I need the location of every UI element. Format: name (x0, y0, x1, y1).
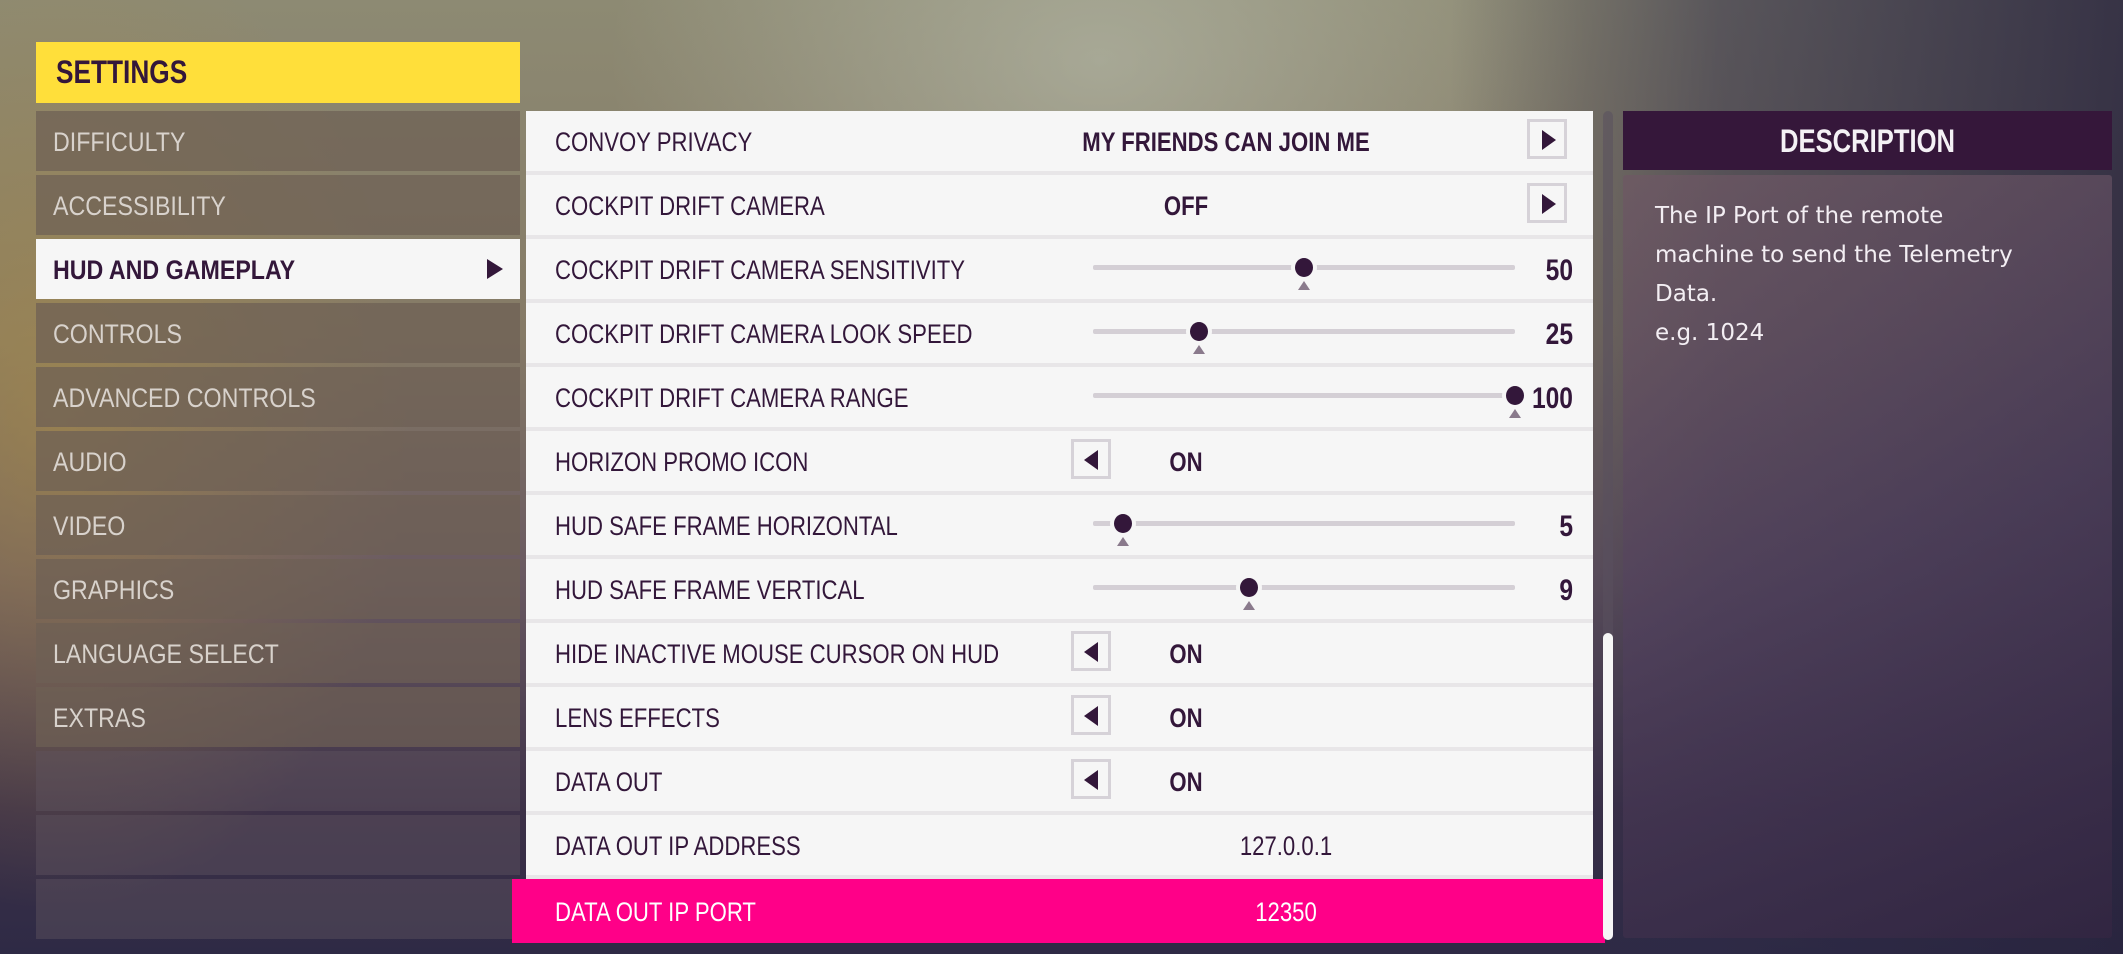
slider-knob[interactable] (1240, 578, 1259, 597)
setting-row-data-out-ip-address[interactable]: DATA OUT IP ADDRESS 127.0.0.1 (526, 815, 1593, 879)
setting-label: COCKPIT DRIFT CAMERA RANGE (555, 383, 909, 413)
setting-label: HUD SAFE FRAME HORIZONTAL (555, 511, 898, 541)
page-title: SETTINGS (56, 54, 188, 90)
sidebar-item-label: VIDEO (53, 511, 126, 541)
setting-row-hide-inactive-mouse-cursor-on-hud[interactable]: HIDE INACTIVE MOUSE CURSOR ON HUD ON (526, 623, 1593, 687)
sidebar-item-controls[interactable]: CONTROLS (36, 303, 520, 363)
setting-row-lens-effects[interactable]: LENS EFFECTS ON (526, 687, 1593, 751)
setting-label: LENS EFFECTS (555, 703, 720, 733)
next-option-button[interactable] (1527, 119, 1567, 159)
slider-value: 100 (1531, 382, 1573, 415)
sidebar-item-label: GRAPHICS (53, 575, 175, 605)
sidebar-item-extras[interactable]: EXTRAS (36, 687, 520, 747)
slider-pointer-icon (1192, 345, 1205, 354)
setting-row-horizon-promo-icon[interactable]: HORIZON PROMO ICON ON (526, 431, 1593, 495)
sidebar-item-label: ADVANCED CONTROLS (53, 383, 316, 413)
setting-label: HORIZON PROMO ICON (555, 447, 809, 477)
setting-row-data-out-ip-port[interactable]: DATA OUT IP PORT 12350 (512, 879, 1605, 943)
setting-slider[interactable] (1093, 495, 1515, 555)
slider-track (1093, 585, 1515, 590)
slider-knob[interactable] (1295, 258, 1313, 277)
setting-value: MY FRIENDS CAN JOIN ME (1082, 127, 1370, 157)
scrollbar-thumb[interactable] (1603, 633, 1613, 940)
sidebar-item-hud-and-gameplay[interactable]: HUD AND GAMEPLAY (36, 239, 520, 299)
settings-list: CONVOY PRIVACY MY FRIENDS CAN JOIN ME COCK… (512, 111, 1605, 943)
slider-value: 5 (1559, 510, 1573, 543)
setting-label: COCKPIT DRIFT CAMERA SENSITIVITY (555, 255, 966, 285)
setting-label: COCKPIT DRIFT CAMERA (555, 191, 825, 221)
setting-label: DATA OUT IP ADDRESS (555, 831, 801, 861)
description-title: DESCRIPTION (1780, 123, 1955, 159)
setting-label: CONVOY PRIVACY (555, 127, 753, 157)
slider-track (1093, 393, 1515, 398)
setting-row-cockpit-drift-camera-look-speed[interactable]: COCKPIT DRIFT CAMERA LOOK SPEED 25 (526, 303, 1593, 367)
slider-knob[interactable] (1113, 514, 1132, 533)
setting-label: DATA OUT IP PORT (555, 897, 756, 927)
arrow-right-icon (1542, 194, 1556, 214)
sidebar-item-accessibility[interactable]: ACCESSIBILITY (36, 175, 520, 235)
setting-value: ON (1169, 767, 1203, 797)
sidebar-item-label: LANGUAGE SELECT (53, 639, 279, 669)
slider-pointer-icon (1116, 537, 1129, 546)
settings-header: SETTINGS (36, 42, 520, 103)
description-header: DESCRIPTION (1623, 111, 2112, 170)
sidebar-item-language-select[interactable]: LANGUAGE SELECT (36, 623, 520, 683)
setting-row-hud-safe-frame-horizontal[interactable]: HUD SAFE FRAME HORIZONTAL 5 (526, 495, 1593, 559)
sidebar-empty-slot (36, 815, 520, 875)
sidebar-empty-slot (36, 879, 520, 939)
setting-row-convoy-privacy[interactable]: CONVOY PRIVACY MY FRIENDS CAN JOIN ME (526, 111, 1593, 175)
scrollbar[interactable] (1603, 111, 1613, 940)
slider-value: 25 (1545, 318, 1573, 351)
sidebar-item-label: HUD AND GAMEPLAY (53, 255, 296, 285)
setting-value: ON (1169, 447, 1203, 477)
sidebar-empty-slot (36, 751, 520, 811)
slider-value: 9 (1559, 574, 1573, 607)
sidebar-item-difficulty[interactable]: DIFFICULTY (36, 111, 520, 171)
setting-row-hud-safe-frame-vertical[interactable]: HUD SAFE FRAME VERTICAL 9 (526, 559, 1593, 623)
slider-pointer-icon (1243, 601, 1256, 610)
arrow-right-icon (1542, 130, 1556, 150)
setting-slider[interactable] (1093, 559, 1515, 619)
sidebar-item-advanced-controls[interactable]: ADVANCED CONTROLS (36, 367, 520, 427)
setting-row-cockpit-drift-camera[interactable]: COCKPIT DRIFT CAMERA OFF (526, 175, 1593, 239)
description-text: The IP Port of the remote machine to sen… (1655, 203, 2013, 346)
sidebar-item-graphics[interactable]: GRAPHICS (36, 559, 520, 619)
slider-knob[interactable] (1189, 322, 1208, 341)
setting-row-cockpit-drift-camera-sensitivity[interactable]: COCKPIT DRIFT CAMERA SENSITIVITY 50 (526, 239, 1593, 303)
setting-label: HUD SAFE FRAME VERTICAL (555, 575, 865, 605)
setting-value: 127.0.0.1 (1239, 831, 1333, 861)
setting-value: OFF (1163, 191, 1209, 221)
sidebar-item-label: AUDIO (53, 447, 127, 477)
slider-track (1093, 521, 1515, 526)
slider-track (1093, 329, 1515, 334)
setting-value: ON (1169, 639, 1203, 669)
sidebar-item-label: EXTRAS (53, 703, 146, 733)
setting-label: DATA OUT (555, 767, 663, 797)
description-panel: The IP Port of the remote machine to sen… (1623, 175, 2112, 938)
setting-label: HIDE INACTIVE MOUSE CURSOR ON HUD (555, 639, 1000, 669)
next-option-button[interactable] (1527, 183, 1567, 223)
sidebar-item-label: DIFFICULTY (53, 127, 186, 157)
setting-slider[interactable] (1093, 367, 1524, 427)
setting-row-data-out[interactable]: DATA OUT ON (526, 751, 1593, 815)
sidebar-item-audio[interactable]: AUDIO (36, 431, 520, 491)
sidebar-item-video[interactable]: VIDEO (36, 495, 520, 555)
slider-value: 50 (1545, 254, 1573, 287)
slider-pointer-icon (1298, 281, 1310, 290)
setting-slider[interactable] (1093, 239, 1515, 299)
setting-row-cockpit-drift-camera-range[interactable]: COCKPIT DRIFT CAMERA RANGE 100 (526, 367, 1593, 431)
setting-value: 12350 (1255, 897, 1317, 927)
setting-slider[interactable] (1093, 303, 1515, 363)
setting-label: COCKPIT DRIFT CAMERA LOOK SPEED (555, 319, 973, 349)
sidebar-item-label: CONTROLS (53, 319, 183, 349)
chevron-right-icon (487, 259, 503, 279)
sidebar-item-label: ACCESSIBILITY (53, 191, 226, 221)
setting-value: ON (1169, 703, 1203, 733)
